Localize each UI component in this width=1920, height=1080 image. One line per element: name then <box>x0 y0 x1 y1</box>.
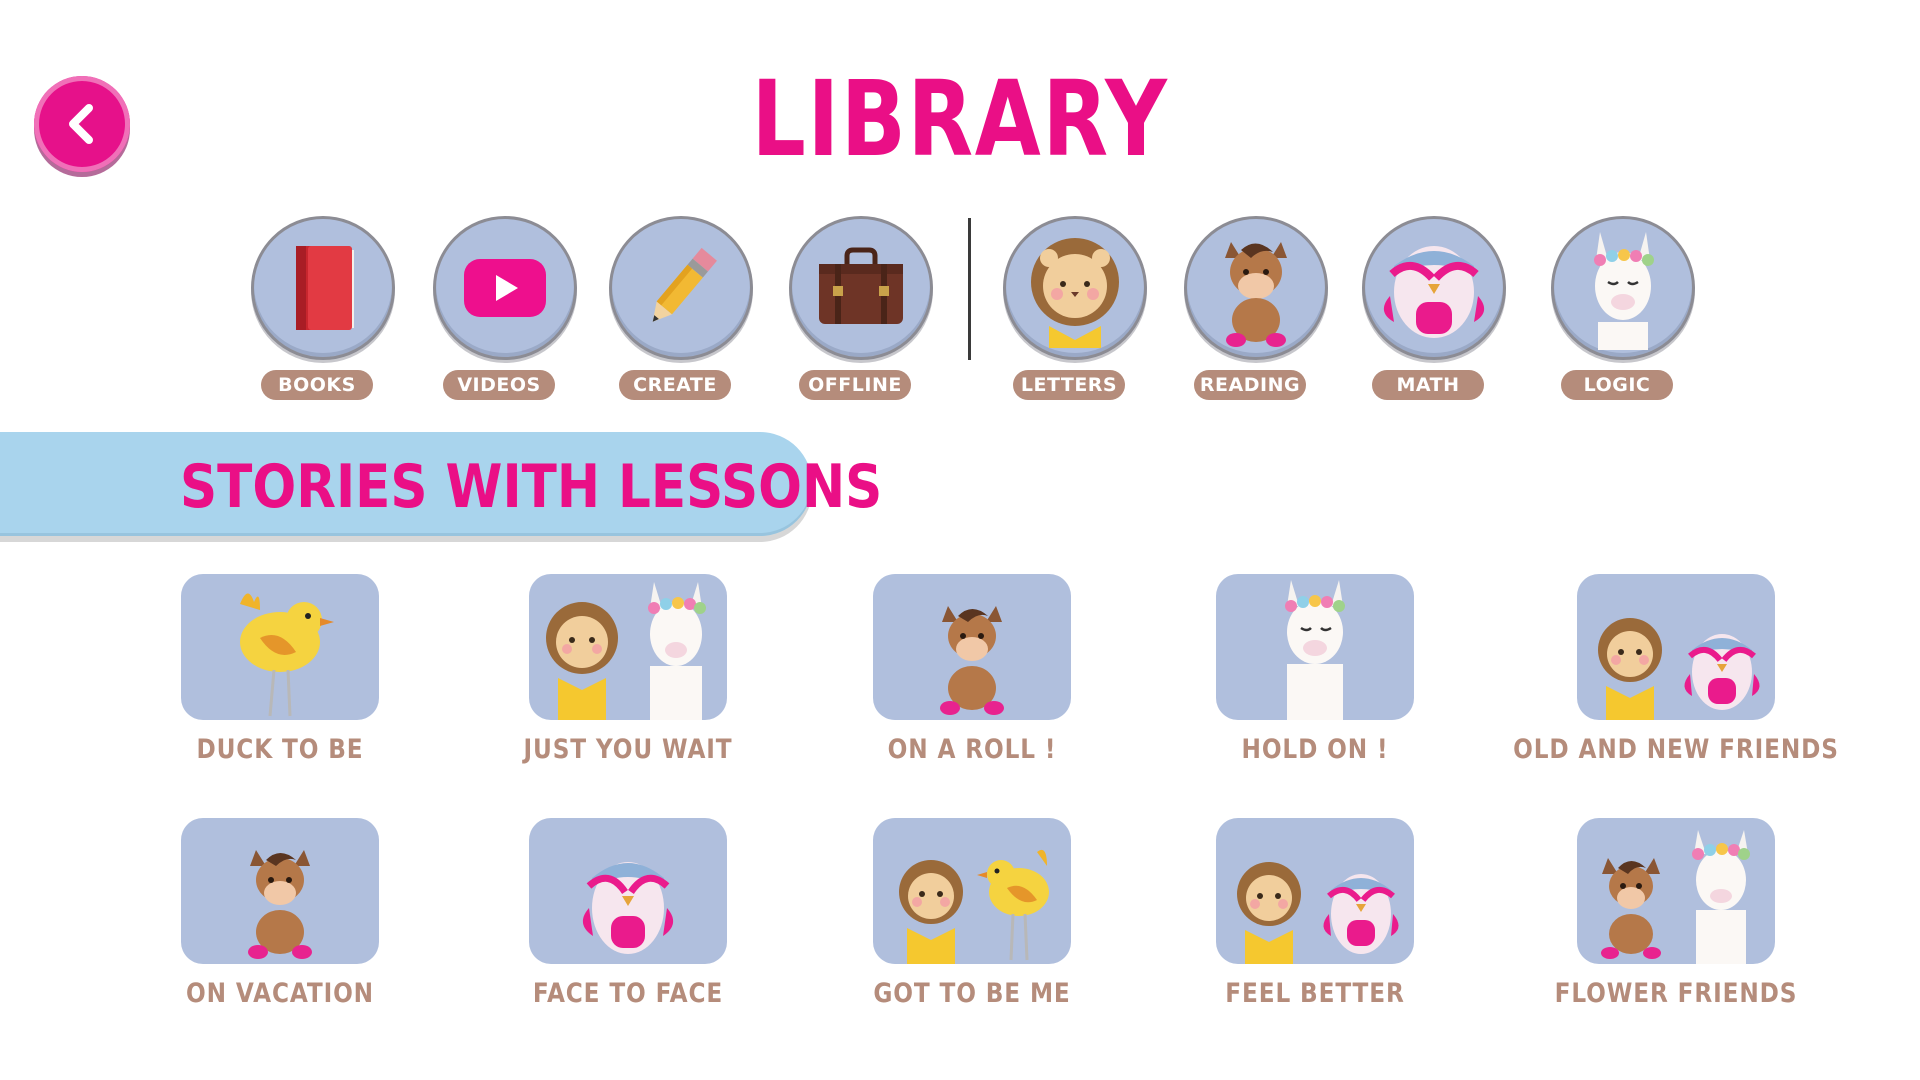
back-button[interactable] <box>34 76 130 172</box>
story-card[interactable]: FEEL BETTER <box>1165 818 1465 1038</box>
lion-icon <box>1584 610 1676 720</box>
story-title: FLOWER FRIENDS <box>1554 978 1798 1009</box>
pony-icon <box>922 594 1022 720</box>
bird-icon <box>220 580 340 720</box>
nav-label: VIDEOS <box>443 370 555 400</box>
nav-item-create[interactable]: CREATE <box>606 216 753 406</box>
nav-circle <box>1003 216 1147 360</box>
story-card[interactable]: ON A ROLL ! <box>822 574 1122 794</box>
section-banner: STORIES WITH LESSONS <box>0 432 882 536</box>
story-card[interactable]: ON VACATION <box>130 818 430 1038</box>
story-thumbnail <box>873 574 1071 720</box>
nav-label: CREATE <box>619 370 731 400</box>
suitcase-icon <box>813 246 909 330</box>
story-title: OLD AND NEW FRIENDS <box>1513 734 1839 765</box>
llama-icon <box>630 578 722 720</box>
nav-label: BOOKS <box>261 370 373 400</box>
nav-label: OFFLINE <box>799 370 911 400</box>
nav-circle <box>1362 216 1506 360</box>
nav-item-letters[interactable]: LETTERS <box>1000 216 1147 406</box>
story-card[interactable]: OLD AND NEW FRIENDS <box>1513 574 1838 794</box>
owl-icon <box>1676 616 1768 720</box>
nav-label: MATH <box>1372 370 1484 400</box>
section-title: STORIES WITH LESSONS <box>180 452 883 522</box>
lion-icon <box>1015 228 1135 348</box>
nav-item-logic[interactable]: LOGIC <box>1548 216 1695 406</box>
nav-item-math[interactable]: MATH <box>1359 216 1506 406</box>
story-title: ON A ROLL ! <box>887 734 1057 765</box>
story-title: HOLD ON ! <box>1241 734 1389 765</box>
story-card[interactable]: DUCK TO BE <box>130 574 430 794</box>
pony-icon <box>1201 228 1311 348</box>
play-icon <box>462 257 548 319</box>
nav-circle <box>433 216 577 360</box>
story-thumbnail <box>529 574 727 720</box>
owl-icon <box>1315 854 1407 964</box>
story-card[interactable]: HOLD ON ! <box>1165 574 1465 794</box>
nav-item-videos[interactable]: VIDEOS <box>430 216 577 406</box>
story-title: GOT TO BE ME <box>873 978 1071 1009</box>
nav-label[interactable]: LETTERS <box>1013 370 1125 400</box>
nav-item-books[interactable]: BOOKS <box>248 216 395 406</box>
story-title: FACE TO FACE <box>532 978 724 1009</box>
nav-divider <box>968 218 971 360</box>
nav-label: READING <box>1194 370 1306 400</box>
story-thumbnail <box>1577 574 1775 720</box>
story-title: JUST YOU WAIT <box>523 734 733 765</box>
story-title: DUCK TO BE <box>196 734 364 765</box>
story-thumbnail <box>1577 818 1775 964</box>
nav-circle <box>251 216 395 360</box>
llama-icon <box>1265 576 1365 720</box>
book-icon <box>278 238 368 338</box>
story-card[interactable]: JUST YOU WAIT <box>478 574 778 794</box>
lion-icon <box>885 852 977 964</box>
llama-icon <box>1676 826 1766 964</box>
owl-icon <box>573 838 683 964</box>
story-thumbnail <box>1216 818 1414 964</box>
llama-icon <box>1568 226 1678 350</box>
story-card[interactable]: FLOWER FRIENDS <box>1526 818 1826 1038</box>
pony-icon <box>1586 848 1676 964</box>
story-thumbnail <box>1216 574 1414 720</box>
nav-item-offline[interactable]: OFFLINE <box>786 216 933 406</box>
pencil-icon <box>633 240 729 336</box>
nav-circle <box>1551 216 1695 360</box>
nav-label: LOGIC <box>1561 370 1673 400</box>
story-thumbnail <box>181 818 379 964</box>
story-title: ON VACATION <box>186 978 374 1009</box>
lion-icon <box>534 594 630 720</box>
story-title: FEEL BETTER <box>1225 978 1405 1009</box>
nav-circle <box>1184 216 1328 360</box>
story-thumbnail <box>873 818 1071 964</box>
lion-icon <box>1223 854 1315 964</box>
page-title: LIBRARY <box>751 58 1169 180</box>
bird-icon <box>977 844 1059 964</box>
story-thumbnail <box>181 574 379 720</box>
story-card[interactable]: GOT TO BE ME <box>822 818 1122 1038</box>
nav-circle <box>609 216 753 360</box>
category-nav: BOOKS VIDEOS CREATE OFFLINE LETTERS READ… <box>0 216 1920 406</box>
story-card[interactable]: FACE TO FACE <box>478 818 778 1038</box>
nav-circle <box>789 216 933 360</box>
nav-item-reading[interactable]: READING <box>1181 216 1328 406</box>
owl-icon <box>1372 226 1496 350</box>
chevron-left-icon <box>58 100 106 148</box>
pony-icon <box>230 838 330 964</box>
story-thumbnail <box>529 818 727 964</box>
